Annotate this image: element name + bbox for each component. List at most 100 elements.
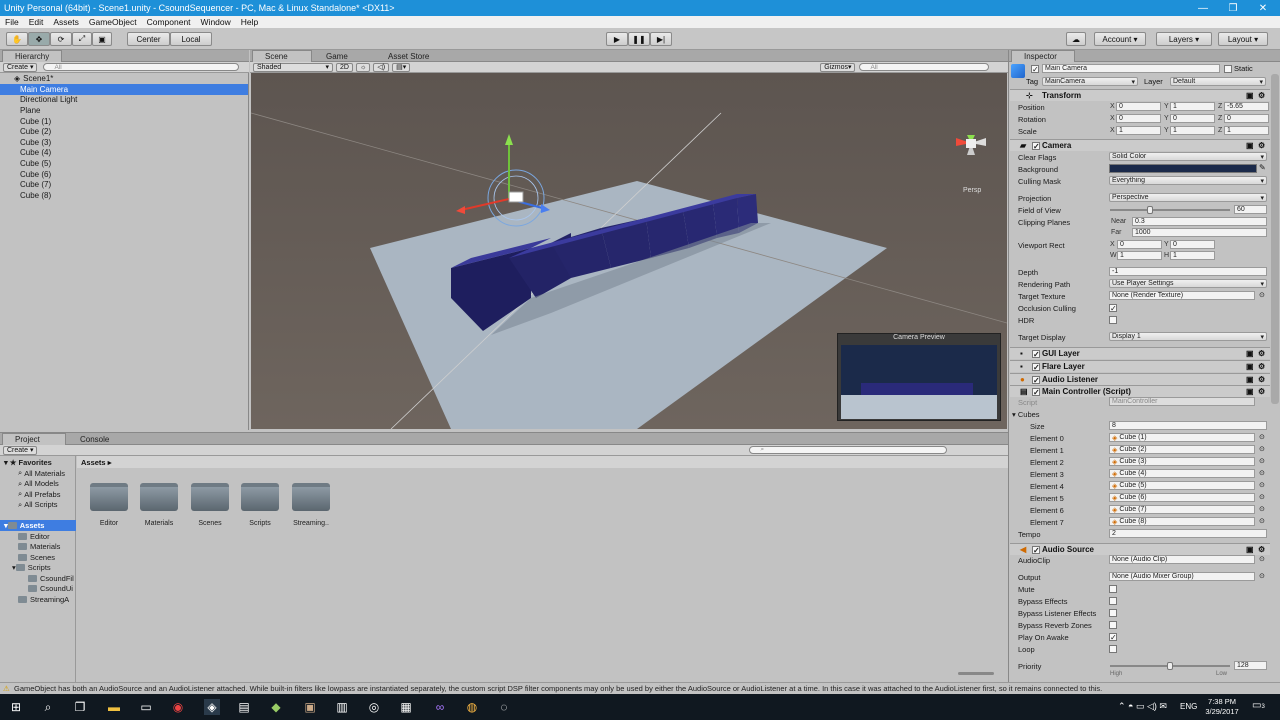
active-checkbox[interactable]: ✓	[1031, 65, 1039, 74]
bypass-reverb-checkbox[interactable]	[1109, 621, 1117, 629]
assets-root[interactable]: ▾ Assets	[0, 520, 76, 531]
vp-h-field[interactable]: 1	[1170, 251, 1215, 260]
app-button-4[interactable]: ▥	[334, 699, 350, 715]
help-icon[interactable]: ▣	[1246, 545, 1254, 554]
rotation-y-field[interactable]: 0	[1170, 114, 1215, 123]
language-indicator[interactable]: ENG	[1180, 702, 1197, 711]
help-icon[interactable]: ▣	[1246, 349, 1254, 358]
object-picker-icon[interactable]: ⊙	[1259, 481, 1265, 489]
tree-scripts[interactable]: ▾ Scripts	[12, 563, 51, 574]
bypass-effects-checkbox[interactable]	[1109, 597, 1117, 605]
gui-layer-checkbox[interactable]: ✓	[1032, 350, 1040, 359]
audio-toggle[interactable]: ◁)	[373, 62, 390, 72]
tab-asset-store[interactable]: Asset Store	[376, 50, 446, 62]
notification-button[interactable]: ▭3	[1252, 700, 1265, 711]
object-picker-icon[interactable]: ⊙	[1259, 433, 1265, 441]
icon-size-slider[interactable]	[958, 672, 994, 675]
hierarchy-search-input[interactable]: All	[43, 63, 240, 71]
tray-icons[interactable]: ⌃ ◓ ▭ ◁) ✉	[1118, 701, 1167, 712]
gear-icon[interactable]: ⚙	[1258, 141, 1265, 150]
rotate-tool-button[interactable]: ⟳	[50, 32, 72, 46]
rendering-path-dropdown[interactable]: Use Player Settings	[1109, 279, 1267, 288]
object-picker-icon[interactable]: ⊙	[1259, 457, 1265, 465]
bypass-listener-checkbox[interactable]	[1109, 609, 1117, 617]
app-button-5[interactable]: ◎	[366, 699, 382, 715]
hierarchy-item[interactable]: Plane	[0, 105, 248, 116]
lighting-toggle[interactable]: ☼	[355, 62, 371, 72]
projection-dropdown[interactable]: Perspective	[1109, 193, 1267, 202]
element-object-field[interactable]: ◈ Cube (6)	[1109, 493, 1255, 502]
hierarchy-item[interactable]: Cube (2)	[0, 126, 248, 137]
culling-mask-dropdown[interactable]: Everything	[1109, 176, 1267, 185]
hierarchy-item[interactable]: Cube (3)	[0, 137, 248, 148]
target-texture-field[interactable]: None (Render Texture)	[1109, 291, 1255, 300]
shading-dropdown[interactable]: Shaded ▾	[253, 62, 333, 72]
tab-game[interactable]: Game	[314, 50, 374, 62]
element-object-field[interactable]: ◈ Cube (7)	[1109, 505, 1255, 514]
chrome-button[interactable]: ◉	[170, 699, 186, 715]
fov-field[interactable]: 60	[1234, 205, 1267, 214]
scene-root[interactable]: ◈ Scene1*	[0, 73, 248, 84]
menu-window[interactable]: Window	[196, 17, 236, 27]
layout-dropdown[interactable]: Layout ▾	[1218, 32, 1268, 46]
camera-enabled-checkbox[interactable]: ✓	[1032, 142, 1040, 151]
audio-source-checkbox[interactable]: ✓	[1032, 546, 1040, 555]
audio-listener-header[interactable]: ● ✓ Audio Listener ▣ ⚙	[1010, 373, 1270, 385]
account-dropdown[interactable]: Account ▾	[1094, 32, 1146, 46]
file-explorer-button[interactable]: ▬	[106, 699, 122, 715]
app-button-2[interactable]: ◆	[268, 699, 284, 715]
layer-dropdown[interactable]: Default	[1170, 77, 1266, 86]
fav-all-scripts[interactable]: ⌕ All Scripts	[18, 500, 58, 511]
play-button[interactable]: ▶	[606, 32, 628, 46]
tag-dropdown[interactable]: MainCamera	[1042, 77, 1138, 86]
menu-component[interactable]: Component	[142, 17, 196, 27]
start-button[interactable]: ⊞	[8, 699, 24, 715]
close-button[interactable]: ✕	[1248, 0, 1278, 16]
mute-checkbox[interactable]	[1109, 585, 1117, 593]
main-controller-checkbox[interactable]: ✓	[1032, 388, 1040, 397]
background-color-swatch[interactable]	[1109, 164, 1257, 173]
step-button[interactable]: ▶|	[650, 32, 672, 46]
occlusion-checkbox[interactable]: ✓	[1109, 304, 1117, 313]
project-create-button[interactable]: Create ▾	[3, 445, 38, 455]
priority-field[interactable]: 128	[1234, 661, 1267, 670]
tab-inspector[interactable]: Inspector	[1011, 50, 1075, 62]
app-button-6[interactable]: ▦	[398, 699, 414, 715]
element-object-field[interactable]: ◈ Cube (1)	[1109, 433, 1255, 442]
hierarchy-item[interactable]: Cube (8)	[0, 190, 248, 201]
static-checkbox[interactable]	[1224, 65, 1232, 73]
object-picker-icon[interactable]: ⊙	[1259, 493, 1265, 501]
gear-icon[interactable]: ⚙	[1258, 545, 1265, 554]
size-field[interactable]: 8	[1109, 421, 1267, 430]
rotation-z-field[interactable]: 0	[1224, 114, 1269, 123]
cloud-button[interactable]: ☁	[1066, 32, 1086, 46]
hierarchy-item[interactable]: Cube (7)	[0, 179, 248, 190]
inspector-scrollbar[interactable]	[1271, 74, 1279, 404]
menu-edit[interactable]: Edit	[24, 17, 49, 27]
fov-slider-track[interactable]	[1110, 209, 1230, 211]
fav-all-models[interactable]: ⌕ All Models	[18, 479, 59, 490]
hand-tool-button[interactable]: ✋	[6, 32, 28, 46]
menu-assets[interactable]: Assets	[48, 17, 84, 27]
tab-project[interactable]: Project	[2, 433, 66, 445]
scene-search-input[interactable]: All	[859, 63, 990, 71]
fav-all-materials[interactable]: ⌕ All Materials	[18, 468, 65, 479]
app-button-8[interactable]: ◌	[496, 699, 512, 715]
object-picker-icon[interactable]: ⊙	[1259, 505, 1265, 513]
app-button-1[interactable]: ▤	[236, 699, 252, 715]
object-picker-icon[interactable]: ⊙	[1259, 291, 1265, 299]
2d-toggle[interactable]: 2D	[336, 62, 353, 72]
status-bar[interactable]: ⚠ GameObject has both an AudioSource and…	[0, 682, 1280, 694]
folder-streamingassets[interactable]	[292, 483, 330, 511]
fav-all-prefabs[interactable]: ⌕ All Prefabs	[18, 489, 60, 500]
folder-scripts[interactable]	[241, 483, 279, 511]
menu-gameobject[interactable]: GameObject	[84, 17, 142, 27]
hierarchy-item[interactable]: Cube (5)	[0, 158, 248, 169]
flare-layer-header[interactable]: ▪ ✓ Flare Layer ▣ ⚙	[1010, 360, 1270, 372]
help-icon[interactable]: ▣	[1246, 91, 1254, 100]
hierarchy-create-button[interactable]: Create ▾	[3, 62, 38, 72]
minimize-button[interactable]: —	[1188, 0, 1218, 16]
tab-scene[interactable]: Scene	[252, 50, 312, 62]
scale-x-field[interactable]: 1	[1116, 126, 1161, 135]
hierarchy-item[interactable]: Cube (4)	[0, 148, 248, 159]
